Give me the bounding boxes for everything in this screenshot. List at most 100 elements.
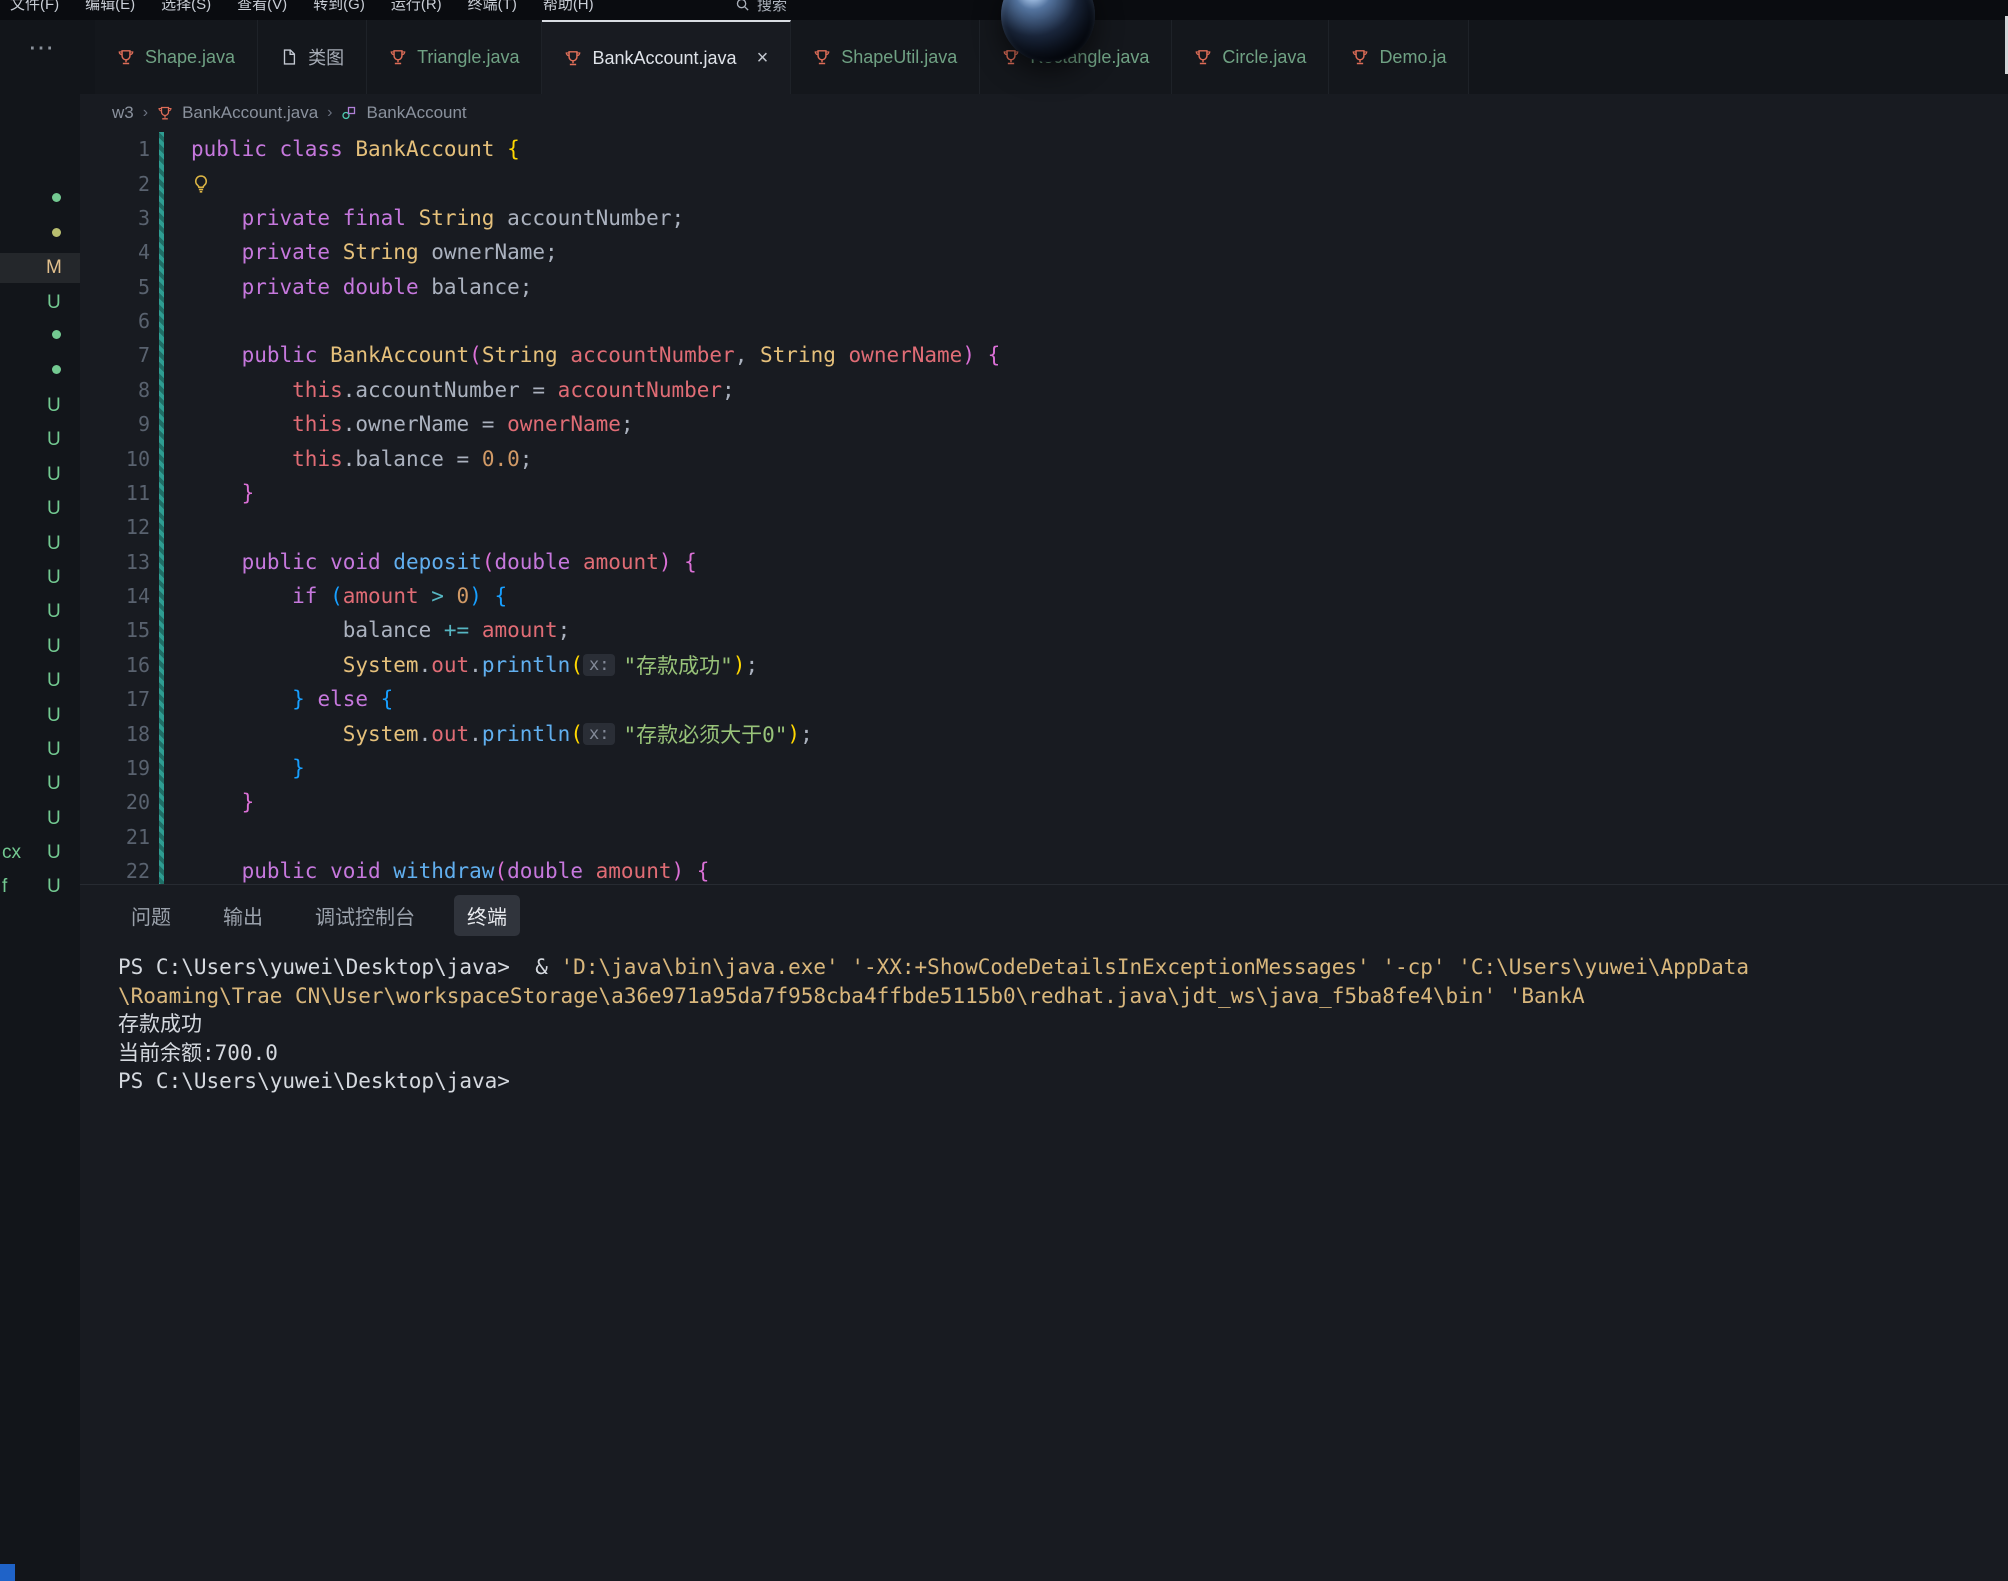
code-line[interactable]: 3 private final String accountNumber; [80,201,2008,235]
menu-row: 文件(F) 编辑(E) 选择(S) 查看(V) 转到(G) 运行(R) 终端(T) 帮助(H) [10,0,594,14]
code-line[interactable]: 2 [80,166,2008,200]
scm-status-U[interactable]: U [47,739,61,761]
scm-status-U[interactable]: U [47,636,61,658]
menu-item[interactable]: 帮助(H) [543,0,594,14]
code-text: public class BankAccount { [164,137,520,161]
code-token: out [431,722,469,746]
code-token: ) [659,550,672,574]
panel-tab-输出[interactable]: 输出 [210,895,276,936]
code-line[interactable]: 1public class BankAccount { [80,132,2008,166]
code-line[interactable]: 12 [80,510,2008,544]
code-token: balance; [419,275,533,299]
code-line[interactable]: 11 } [80,476,2008,510]
scm-status-U[interactable]: U [47,601,61,623]
menu-item[interactable]: 文件(F) [10,0,59,14]
code-line[interactable]: 22 public void withdraw(double amount) { [80,854,2008,884]
scm-status-dot[interactable] [52,228,61,237]
code-token: { [988,343,1001,367]
code-line[interactable]: 20 } [80,785,2008,819]
code-token: ; [621,412,634,436]
panel-tab-问题[interactable]: 问题 [118,895,184,936]
code-line[interactable]: 6 [80,304,2008,338]
java-file-icon [813,48,831,66]
code-line[interactable]: 10 this.balance = 0.0; [80,441,2008,475]
scm-status-U[interactable]: U [47,395,61,417]
tab-ShapeUtil.java[interactable]: ShapeUtil.java [791,20,980,94]
code-text: private String ownerName; [164,240,558,264]
menu-item[interactable]: 编辑(E) [85,0,135,14]
tab-Triangle.java[interactable]: Triangle.java [367,20,542,94]
code-line[interactable]: 18 System.out.println(x:"存款必须大于0"); [80,716,2008,750]
breadcrumb-symbol[interactable]: BankAccount [366,103,466,123]
code-text [164,174,217,194]
scm-status-U[interactable]: U [47,705,61,727]
search-box[interactable]: 搜索 [735,0,787,15]
tab-label: Circle.java [1222,47,1306,68]
code-text: this.balance = 0.0; [164,447,532,471]
line-number: 3 [80,206,150,230]
breadcrumb-folder[interactable]: w3 [112,103,134,123]
code-line[interactable]: 9 this.ownerName = ownerName; [80,407,2008,441]
code-line[interactable]: 16 System.out.println(x:"存款成功"); [80,648,2008,682]
code-token: System [343,722,419,746]
code-line[interactable]: 17 } else { [80,682,2008,716]
tab-Shape.java[interactable]: Shape.java [95,20,258,94]
panel-tab-调试控制台[interactable]: 调试控制台 [302,895,428,936]
scm-status-U[interactable]: U [47,498,61,520]
tab-Circle.java[interactable]: Circle.java [1172,20,1329,94]
panel-tab-终端[interactable]: 终端 [454,895,520,936]
terminal-output[interactable]: PS C:\Users\yuwei\Desktop\java> & 'D:\ja… [80,945,2008,1096]
scm-status-U[interactable]: U [47,876,61,898]
scm-row-highlight [0,253,80,283]
code-line[interactable]: 15 balance += amount; [80,613,2008,647]
code-token [494,137,507,161]
code-token: . [469,653,482,677]
scm-status-cx[interactable]: cx [2,842,21,864]
scm-status-dot[interactable] [52,365,61,374]
tab-类图[interactable]: 类图 [258,20,367,94]
line-number: 6 [80,309,150,333]
code-line[interactable]: 21 [80,820,2008,854]
scm-status-U[interactable]: U [47,292,61,314]
scm-status-f[interactable]: f [2,876,7,898]
code-line[interactable]: 14 if (amount > 0) { [80,579,2008,613]
scm-status-U[interactable]: U [47,773,61,795]
code-token: , [735,343,760,367]
menu-item[interactable]: 终端(T) [468,0,517,14]
code-line[interactable]: 19 } [80,751,2008,785]
scm-status-dot[interactable] [52,330,61,339]
scm-status-U[interactable]: U [47,842,61,864]
code-line[interactable]: 5 private double balance; [80,270,2008,304]
code-editor[interactable]: 1public class BankAccount {23 private fi… [80,132,2008,884]
scm-status-U[interactable]: U [47,429,61,451]
scm-status-U[interactable]: U [47,464,61,486]
menu-item[interactable]: 选择(S) [161,0,211,14]
menu-item[interactable]: 运行(R) [391,0,442,14]
breadcrumb-file[interactable]: BankAccount.java [182,103,318,123]
git-change-gutter [159,304,164,338]
java-file-icon [157,105,173,121]
code-line[interactable]: 4 private String ownerName; [80,235,2008,269]
tab-BankAccount.java[interactable]: BankAccount.java× [542,20,791,94]
code-line[interactable]: 8 this.accountNumber = accountNumber; [80,373,2008,407]
code-token: ) [733,653,746,677]
scm-status-dot[interactable] [52,193,61,202]
scm-status-U[interactable]: U [47,533,61,555]
scm-status-M[interactable]: M [46,257,62,279]
line-number: 19 [80,756,150,780]
lightbulb-icon[interactable] [191,174,211,194]
code-line[interactable]: 7 public BankAccount(String accountNumbe… [80,338,2008,372]
code-token: ( [330,584,343,608]
menu-item[interactable]: 查看(V) [237,0,287,14]
more-actions-button[interactable]: ⋯ [28,32,56,63]
menu-item[interactable]: 转到(G) [313,0,365,14]
remote-indicator-badge[interactable] [0,1564,15,1581]
code-line[interactable]: 13 public void deposit(double amount) { [80,545,2008,579]
scm-status-U[interactable]: U [47,670,61,692]
tab-Demo.ja[interactable]: Demo.ja [1329,20,1469,94]
close-icon[interactable]: × [757,48,769,68]
scm-status-U[interactable]: U [47,808,61,830]
line-number: 7 [80,343,150,367]
code-token [191,481,242,505]
scm-status-U[interactable]: U [47,567,61,589]
